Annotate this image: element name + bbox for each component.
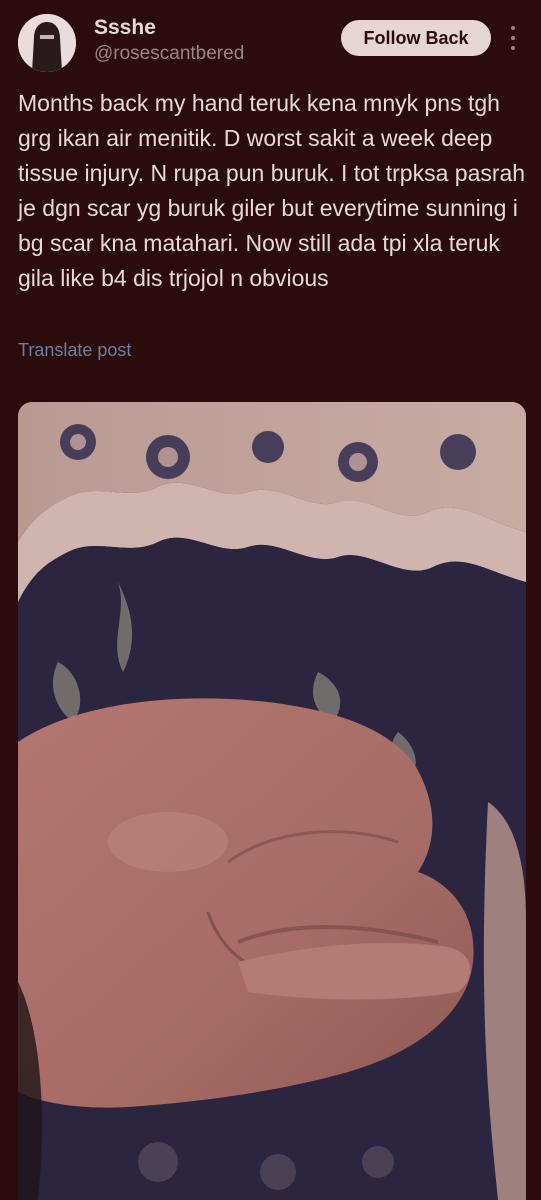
tweet-page: Ssshe @rosescantbered Follow Back Months… — [0, 0, 541, 1200]
follow-back-button[interactable]: Follow Back — [341, 20, 491, 56]
translate-post-link[interactable]: Translate post — [18, 340, 131, 361]
post-header: Ssshe @rosescantbered Follow Back — [0, 0, 541, 80]
post-image[interactable] — [18, 402, 526, 1200]
veiled-person-avatar-icon — [18, 14, 76, 72]
avatar[interactable] — [18, 14, 76, 72]
author-handle[interactable]: @rosescantbered — [94, 43, 244, 65]
post-text: Months back my hand teruk kena mnyk pns … — [18, 90, 526, 291]
author-name[interactable]: Ssshe — [94, 16, 156, 40]
more-vertical-icon[interactable] — [504, 26, 522, 50]
hand-on-prayer-mat-photo — [18, 402, 526, 1200]
